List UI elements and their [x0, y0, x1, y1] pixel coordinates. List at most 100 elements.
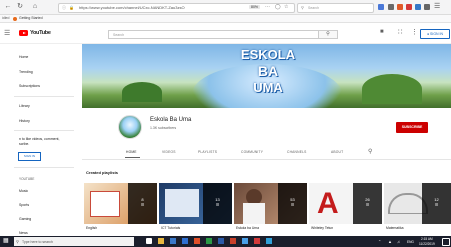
app-icon[interactable]: [254, 238, 260, 244]
clock-time[interactable]: 2:15 AM: [421, 237, 433, 241]
excel-icon[interactable]: [206, 238, 212, 244]
sidebar-item-home[interactable]: Home: [19, 55, 28, 59]
tab-videos[interactable]: VIDEOS: [162, 150, 176, 154]
playlist-count-overlay: 8 ☰: [128, 183, 157, 224]
youtube-sidebar: Home Trending Subscriptions Library Hist…: [0, 44, 80, 235]
clock-date[interactable]: 11/22/2019: [419, 242, 435, 246]
channel-banner: ESKOLA BA UMA: [82, 44, 451, 108]
pocket-icon[interactable]: ◯: [275, 4, 281, 10]
sidebar-signin-prompt: n to like videos, comment,: [19, 137, 60, 141]
playlist-title[interactable]: ICT Tutorials: [161, 226, 180, 230]
sidebar-item-music[interactable]: Music: [19, 189, 28, 193]
more-actions-icon[interactable]: ⋯: [265, 4, 270, 10]
sidebar-item-sports[interactable]: Sports: [19, 203, 29, 207]
sidebar-divider: [14, 96, 74, 97]
channel-name: Eskola Ba Uma: [150, 117, 192, 123]
youtube-logo-text[interactable]: YouTube: [30, 30, 51, 36]
app-icon[interactable]: [266, 238, 272, 244]
playlist-thumbnail[interactable]: 13 ☰: [159, 183, 232, 224]
worksheet-graphic: [90, 191, 120, 217]
browser-toolbar: ← ↻ ⌂ ⓘ 🔒 https://www.youtube.com/channe…: [0, 0, 451, 15]
camera-icon[interactable]: ■: [380, 29, 384, 35]
sidebar-item-history[interactable]: History: [19, 119, 30, 123]
extension-icon[interactable]: [415, 4, 421, 10]
tab-about[interactable]: ABOUT: [331, 150, 343, 154]
word-icon[interactable]: [218, 238, 224, 244]
youtube-search-input[interactable]: Search: [108, 30, 320, 39]
subscribe-button[interactable]: SUBSCRIBE: [396, 122, 428, 133]
search-icon: ⚲: [326, 31, 330, 37]
tray-chevron-icon[interactable]: ⌃: [378, 239, 381, 244]
extension-icon[interactable]: [397, 4, 403, 10]
info-icon[interactable]: ⓘ: [62, 5, 66, 11]
playlist-count-overlay: 26 ☰: [353, 183, 382, 224]
windows-start-icon[interactable]: ▦: [3, 238, 9, 244]
network-icon[interactable]: ▲: [388, 239, 392, 244]
sidebar-item-trending[interactable]: Trending: [19, 70, 33, 74]
playlist-thumbnail[interactable]: 53 ☰: [234, 183, 307, 224]
sidebar-item-gaming[interactable]: Gaming: [19, 217, 31, 221]
sidebar-item-news[interactable]: News: [19, 231, 28, 235]
channel-avatar[interactable]: [118, 115, 142, 139]
sidebar-sign-in-button[interactable]: SIGN IN: [18, 152, 41, 161]
sidebar-divider: [14, 130, 74, 131]
edge-icon[interactable]: [182, 238, 188, 244]
banner-title-line2: BA: [257, 63, 279, 79]
person-graphic: [243, 203, 265, 224]
hamburger-icon[interactable]: ☰: [4, 29, 10, 37]
firefox-icon[interactable]: [194, 238, 200, 244]
reload-icon[interactable]: ↻: [16, 3, 24, 11]
playlist-count-overlay: 13 ☰: [203, 183, 232, 224]
playlist-thumbnail[interactable]: A 26 ☰: [309, 183, 382, 224]
firefox-icon: [13, 16, 17, 21]
more-vert-icon[interactable]: ⋮: [411, 28, 418, 36]
url-text[interactable]: https://www.youtube.com/channel/UCxc-NAN…: [79, 5, 185, 10]
bookmark-prefix: idled: [2, 16, 10, 20]
tabs-divider: [82, 159, 451, 160]
app-icon[interactable]: [242, 238, 248, 244]
browser-search-box[interactable]: ⚲ Search: [297, 3, 374, 13]
tab-home[interactable]: HOME: [126, 150, 137, 154]
powerpoint-icon[interactable]: [230, 238, 236, 244]
back-icon[interactable]: ←: [4, 3, 12, 11]
browser-search-placeholder: Search: [308, 5, 320, 10]
library-icon[interactable]: [388, 4, 394, 10]
file-explorer-icon[interactable]: [158, 238, 164, 244]
search-icon: ⚲: [301, 5, 304, 10]
tab-playlists[interactable]: PLAYLISTS: [198, 150, 217, 154]
sidebar-item-subscriptions[interactable]: Subscriptions: [19, 84, 40, 88]
subscriber-count: 1.3K subscribers: [150, 126, 177, 130]
tab-channels[interactable]: CHANNELS: [287, 150, 307, 154]
bookmark-star-icon[interactable]: ☆: [284, 4, 288, 10]
apps-grid-icon[interactable]: ∷: [398, 28, 402, 36]
mail-icon[interactable]: [170, 238, 176, 244]
sidebar-divider: [14, 167, 74, 168]
playlist-count-overlay: 12 ☰: [422, 183, 451, 224]
channel-search-icon[interactable]: ⚲: [368, 148, 372, 155]
ublock-icon[interactable]: [406, 4, 412, 10]
tab-community[interactable]: COMMUNITY: [241, 150, 263, 154]
tree-graphic: [122, 82, 162, 102]
zoom-level[interactable]: 80%: [249, 5, 261, 9]
playlist-title[interactable]: English: [86, 226, 97, 230]
address-bar[interactable]: ⓘ 🔒 https://www.youtube.com/channel/UCxc…: [58, 3, 295, 13]
task-view-icon[interactable]: [146, 238, 152, 244]
playlist-title[interactable]: Eskola ba Uma: [236, 226, 259, 230]
youtube-search-button[interactable]: ⚲: [318, 30, 338, 39]
sidebar-item-library[interactable]: Library: [19, 104, 30, 108]
playlist-thumbnail[interactable]: 12 ☰: [384, 183, 451, 224]
sign-in-button[interactable]: ● SIGN IN: [420, 29, 450, 39]
screenshot-icon[interactable]: [424, 4, 430, 10]
playlist-title[interactable]: Matematika: [386, 226, 404, 230]
volume-icon[interactable]: ♫: [397, 239, 400, 244]
menu-icon[interactable]: ☰: [434, 2, 440, 10]
bookmark-getting-started[interactable]: Getting Started: [19, 16, 43, 20]
notification-icon[interactable]: [442, 238, 450, 246]
download-icon[interactable]: [378, 4, 384, 10]
playlist-title[interactable]: Whiteley Tetun: [311, 226, 333, 230]
home-icon[interactable]: ⌂: [31, 3, 39, 11]
playlist-thumbnail[interactable]: 8 ☰: [84, 183, 157, 224]
taskbar-search-box[interactable]: ⚲ Type here to search: [14, 237, 134, 246]
language-indicator[interactable]: ENG: [407, 240, 414, 244]
playlist-icon: ☰: [290, 202, 295, 207]
